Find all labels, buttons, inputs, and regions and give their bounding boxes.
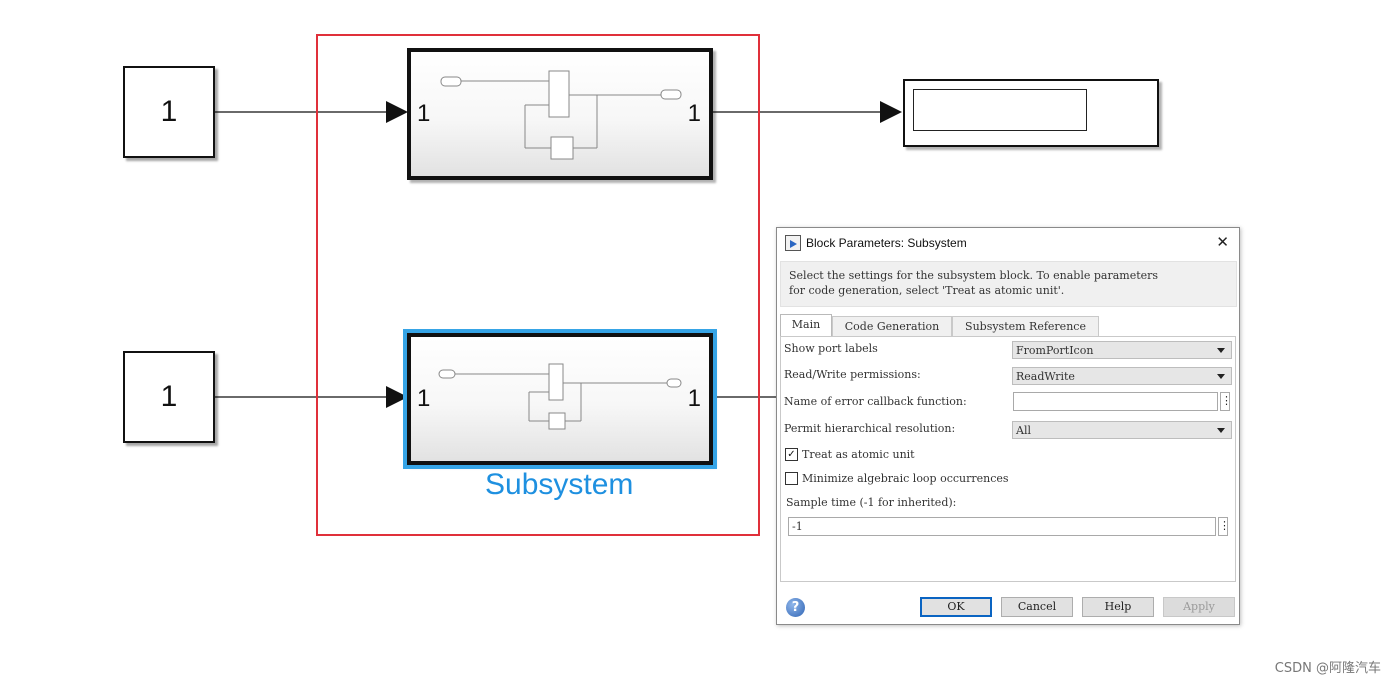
tab-main[interactable]: Main bbox=[780, 314, 832, 336]
dropdown-value: FromPortIcon bbox=[1016, 344, 1094, 357]
more-options-icon[interactable]: ⋮ bbox=[1218, 517, 1230, 536]
sample-time-input[interactable]: -1 bbox=[788, 517, 1216, 536]
help-icon[interactable]: ? bbox=[786, 598, 805, 617]
read-write-dropdown[interactable]: ReadWrite bbox=[1012, 367, 1232, 385]
output-port-number: 1 bbox=[687, 385, 701, 412]
simulink-block-icon bbox=[785, 235, 801, 251]
error-callback-label: Name of error callback function: bbox=[784, 395, 967, 408]
constant-block-top[interactable]: 1 bbox=[123, 66, 215, 158]
main-tab-panel: Show port labels FromPortIcon Read/Write… bbox=[780, 336, 1236, 582]
output-port-number: 1 bbox=[687, 100, 701, 127]
subsystem-name-label[interactable]: Subsystem bbox=[485, 468, 633, 502]
show-port-labels-label: Show port labels bbox=[784, 342, 878, 355]
description-line: Select the settings for the subsystem bl… bbox=[789, 269, 1159, 282]
display-block[interactable] bbox=[903, 79, 1159, 147]
play-icon bbox=[790, 240, 797, 248]
read-write-label: Read/Write permissions: bbox=[784, 368, 921, 381]
ok-button[interactable]: OK bbox=[920, 597, 992, 617]
dialog-description: Select the settings for the subsystem bl… bbox=[780, 261, 1237, 307]
close-icon[interactable]: ✕ bbox=[1216, 233, 1229, 251]
hier-resolution-label: Permit hierarchical resolution: bbox=[784, 422, 956, 435]
dropdown-value: ReadWrite bbox=[1016, 370, 1075, 383]
sample-time-label: Sample time (-1 for inherited): bbox=[786, 496, 957, 509]
apply-button[interactable]: Apply bbox=[1163, 597, 1235, 617]
cancel-button[interactable]: Cancel bbox=[1001, 597, 1073, 617]
constant-value: 1 bbox=[160, 95, 178, 128]
chevron-down-icon bbox=[1217, 428, 1225, 433]
tab-code-generation[interactable]: Code Generation bbox=[832, 316, 952, 336]
hier-resolution-dropdown[interactable]: All bbox=[1012, 421, 1232, 439]
chevron-down-icon bbox=[1217, 348, 1225, 353]
error-callback-input[interactable] bbox=[1013, 392, 1218, 411]
more-options-icon[interactable]: ⋮ bbox=[1220, 392, 1232, 411]
arrowhead-top-out bbox=[880, 101, 902, 123]
constant-value: 1 bbox=[160, 380, 178, 413]
chevron-down-icon bbox=[1217, 374, 1225, 379]
input-port-number: 1 bbox=[417, 100, 431, 127]
description-line: for code generation, select 'Treat as at… bbox=[789, 284, 1065, 297]
show-port-labels-dropdown[interactable]: FromPortIcon bbox=[1012, 341, 1232, 359]
display-readout bbox=[913, 89, 1087, 131]
dialog-title: Block Parameters: Subsystem bbox=[806, 236, 967, 250]
input-port-number: 1 bbox=[417, 385, 431, 412]
min-alg-loop-checkbox[interactable] bbox=[785, 472, 798, 485]
subsystem-block-bottom[interactable]: 1 1 bbox=[403, 329, 717, 469]
block-parameters-dialog: Block Parameters: Subsystem ✕ Select the… bbox=[776, 227, 1240, 625]
atomic-unit-checkbox[interactable]: ✓ bbox=[785, 448, 798, 461]
subsystem-block-top[interactable]: 1 1 bbox=[407, 48, 713, 180]
subsystem-icon bbox=[438, 363, 682, 430]
atomic-unit-label: Treat as atomic unit bbox=[802, 448, 915, 461]
min-alg-loop-label: Minimize algebraic loop occurrences bbox=[802, 472, 1009, 485]
dropdown-value: All bbox=[1016, 424, 1031, 437]
help-button[interactable]: Help bbox=[1082, 597, 1154, 617]
watermark-text: CSDN @阿隆汽车 bbox=[1274, 661, 1381, 676]
tab-subsystem-reference[interactable]: Subsystem Reference bbox=[952, 316, 1099, 336]
constant-block-bottom[interactable]: 1 bbox=[123, 351, 215, 443]
subsystem-icon bbox=[440, 70, 682, 160]
